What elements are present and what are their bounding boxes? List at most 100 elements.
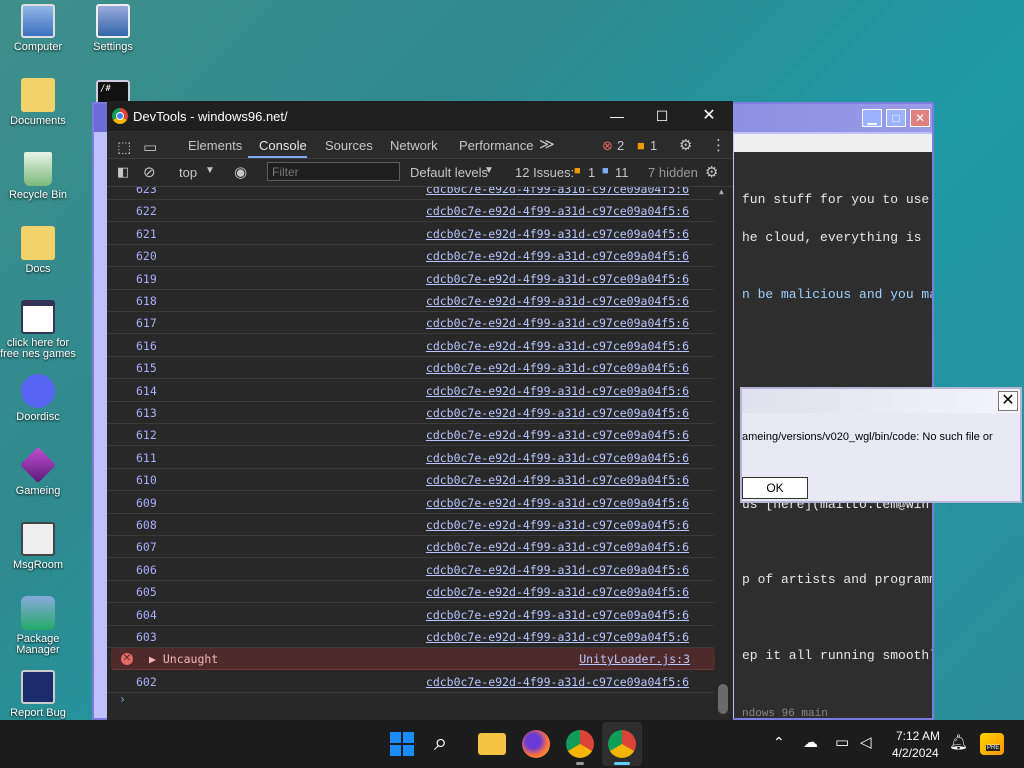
source-link[interactable]: cdcb0c7e-e92d-4f99-a31d-c97ce09a04f5:6 xyxy=(426,563,689,577)
desktop-icon-msgroom[interactable]: MsgRoom xyxy=(0,522,76,571)
console-log-row[interactable]: 615 cdcb0c7e-e92d-4f99-a31d-c97ce09a04f5:… xyxy=(107,357,714,380)
settings-gear-icon[interactable]: ⚙ xyxy=(679,136,692,154)
source-link[interactable]: UnityLoader.js:3 xyxy=(579,652,690,666)
clock-time[interactable]: 7:12 AM xyxy=(896,729,940,743)
tab-sources[interactable]: Sources xyxy=(325,138,373,153)
source-link[interactable]: cdcb0c7e-e92d-4f99-a31d-c97ce09a04f5:6 xyxy=(426,316,689,330)
maximize-icon[interactable]: ☐ xyxy=(648,105,676,127)
context-selector[interactable]: top xyxy=(179,165,197,180)
device-toolbar-icon[interactable]: ▭ xyxy=(143,138,157,156)
scrollbar-thumb[interactable] xyxy=(718,684,728,714)
source-link[interactable]: cdcb0c7e-e92d-4f99-a31d-c97ce09a04f5:6 xyxy=(426,339,689,353)
inspect-element-icon[interactable]: ⬚ xyxy=(117,138,131,156)
console-panel[interactable]: 623 cdcb0c7e-e92d-4f99-a31d-c97ce09a04f5:… xyxy=(107,187,733,720)
source-link[interactable]: cdcb0c7e-e92d-4f99-a31d-c97ce09a04f5:6 xyxy=(426,630,689,644)
scroll-up-icon[interactable]: ▲ xyxy=(719,187,724,196)
minimize-button[interactable]: ▁ xyxy=(862,109,882,127)
search-icon[interactable]: ⌕ xyxy=(434,730,462,758)
log-levels-dropdown[interactable]: Default levels xyxy=(410,165,488,180)
desktop-icon-package-manager[interactable]: Package Manager xyxy=(0,596,76,656)
filter-input[interactable] xyxy=(267,162,400,181)
desktop-icon-computer[interactable]: Computer xyxy=(0,4,76,53)
console-log-row[interactable]: 619 cdcb0c7e-e92d-4f99-a31d-c97ce09a04f5:… xyxy=(107,268,714,290)
source-link[interactable]: cdcb0c7e-e92d-4f99-a31d-c97ce09a04f5:6 xyxy=(426,187,689,196)
log-message[interactable]: ▶ Uncaught xyxy=(149,652,218,666)
source-link[interactable]: cdcb0c7e-e92d-4f99-a31d-c97ce09a04f5:6 xyxy=(426,540,689,554)
warning-count-icon[interactable]: ■ xyxy=(637,138,645,153)
firefox-icon[interactable] xyxy=(522,730,550,758)
more-options-icon[interactable]: ⋮ xyxy=(711,136,726,154)
clock-date[interactable]: 4/2/2024 xyxy=(892,746,939,760)
source-link[interactable]: cdcb0c7e-e92d-4f99-a31d-c97ce09a04f5:6 xyxy=(426,428,689,442)
console-prompt[interactable]: › xyxy=(119,692,126,706)
console-log-row[interactable]: 606 cdcb0c7e-e92d-4f99-a31d-c97ce09a04f5:… xyxy=(107,559,714,581)
cloud-offline-icon[interactable]: ☁ xyxy=(803,733,818,751)
source-link[interactable]: cdcb0c7e-e92d-4f99-a31d-c97ce09a04f5:6 xyxy=(426,496,689,510)
console-scrollbar[interactable]: ▲ xyxy=(717,187,731,720)
close-button[interactable]: ✕ xyxy=(910,109,930,127)
console-log-row[interactable]: 616 cdcb0c7e-e92d-4f99-a31d-c97ce09a04f5:… xyxy=(107,335,714,357)
source-link[interactable]: cdcb0c7e-e92d-4f99-a31d-c97ce09a04f5:6 xyxy=(426,585,689,599)
desktop-icon-recycle-bin[interactable]: Recycle Bin xyxy=(0,152,76,201)
console-log-row[interactable]: 617 cdcb0c7e-e92d-4f99-a31d-c97ce09a04f5:… xyxy=(107,312,714,335)
desktop-icon-doordisc[interactable]: Doordisc xyxy=(0,374,76,423)
source-link[interactable]: cdcb0c7e-e92d-4f99-a31d-c97ce09a04f5:6 xyxy=(426,473,689,487)
dialog-ok-button[interactable]: OK xyxy=(742,477,808,499)
console-log-row[interactable]: 607 cdcb0c7e-e92d-4f99-a31d-c97ce09a04f5:… xyxy=(107,536,714,559)
source-link[interactable]: cdcb0c7e-e92d-4f99-a31d-c97ce09a04f5:6 xyxy=(426,406,689,420)
console-log-row[interactable]: 612 cdcb0c7e-e92d-4f99-a31d-c97ce09a04f5:… xyxy=(107,424,714,447)
source-link[interactable]: cdcb0c7e-e92d-4f99-a31d-c97ce09a04f5:6 xyxy=(426,227,689,241)
console-log-row[interactable]: 622 cdcb0c7e-e92d-4f99-a31d-c97ce09a04f5:… xyxy=(107,200,714,223)
console-log-row[interactable]: 602 cdcb0c7e-e92d-4f99-a31d-c97ce09a04f5:… xyxy=(107,671,714,693)
dialog-close-button[interactable]: ✕ xyxy=(998,391,1018,411)
source-link[interactable]: cdcb0c7e-e92d-4f99-a31d-c97ce09a04f5:6 xyxy=(426,361,689,375)
tab-elements[interactable]: Elements xyxy=(188,138,242,153)
issues-label[interactable]: 12 Issues: xyxy=(515,165,574,180)
console-log-row[interactable]: 609 cdcb0c7e-e92d-4f99-a31d-c97ce09a04f5:… xyxy=(107,492,714,514)
console-log-row[interactable]: 605 cdcb0c7e-e92d-4f99-a31d-c97ce09a04f5:… xyxy=(107,581,714,604)
source-link[interactable]: cdcb0c7e-e92d-4f99-a31d-c97ce09a04f5:6 xyxy=(426,384,689,398)
desktop-icon-gameing[interactable]: Gameing xyxy=(0,446,76,497)
volume-muted-icon[interactable]: ◁ xyxy=(860,733,872,751)
console-log-row[interactable]: 608 cdcb0c7e-e92d-4f99-a31d-c97ce09a04f5:… xyxy=(107,514,714,536)
source-link[interactable]: cdcb0c7e-e92d-4f99-a31d-c97ce09a04f5:6 xyxy=(426,272,689,286)
source-link[interactable]: cdcb0c7e-e92d-4f99-a31d-c97ce09a04f5:6 xyxy=(426,608,689,622)
source-link[interactable]: cdcb0c7e-e92d-4f99-a31d-c97ce09a04f5:6 xyxy=(426,451,689,465)
console-log-row[interactable]: 611 cdcb0c7e-e92d-4f99-a31d-c97ce09a04f5:… xyxy=(107,447,714,469)
devtools-titlebar[interactable]: DevTools - windows96.net/ — ☐ ✕ xyxy=(107,101,733,131)
tab-network[interactable]: Network xyxy=(390,138,438,153)
console-log-row[interactable]: 610 cdcb0c7e-e92d-4f99-a31d-c97ce09a04f5:… xyxy=(107,469,714,492)
source-link[interactable]: cdcb0c7e-e92d-4f99-a31d-c97ce09a04f5:6 xyxy=(426,249,689,263)
console-log-row[interactable]: 613 cdcb0c7e-e92d-4f99-a31d-c97ce09a04f5:… xyxy=(107,402,714,424)
desktop-icon-settings[interactable]: Settings xyxy=(75,4,151,53)
console-log-row[interactable]: 621 cdcb0c7e-e92d-4f99-a31d-c97ce09a04f5:… xyxy=(107,223,714,245)
dialog-titlebar[interactable] xyxy=(742,389,1020,413)
desktop-icon-nes-games[interactable]: click here for free nes games xyxy=(0,300,76,360)
chrome-icon[interactable] xyxy=(566,730,594,758)
windows-start-icon[interactable] xyxy=(390,732,414,756)
console-log-row[interactable]: 604 cdcb0c7e-e92d-4f99-a31d-c97ce09a04f5:… xyxy=(107,604,714,626)
sidebar-toggle-icon[interactable]: ◧ xyxy=(117,164,129,180)
desktop-icon-docs[interactable]: Docs xyxy=(0,226,76,275)
file-explorer-icon[interactable] xyxy=(478,733,506,755)
error-count-icon[interactable]: ⊗ xyxy=(602,138,613,154)
console-settings-icon[interactable]: ⚙ xyxy=(705,163,718,181)
clear-console-icon[interactable]: ⊘ xyxy=(143,163,156,181)
source-link[interactable]: cdcb0c7e-e92d-4f99-a31d-c97ce09a04f5:6 xyxy=(426,518,689,532)
tab-performance[interactable]: Performance xyxy=(459,138,533,153)
source-link[interactable]: cdcb0c7e-e92d-4f99-a31d-c97ce09a04f5:6 xyxy=(426,675,689,689)
tab-console[interactable]: Console xyxy=(259,138,307,153)
source-link[interactable]: cdcb0c7e-e92d-4f99-a31d-c97ce09a04f5:6 xyxy=(426,294,689,308)
maximize-button[interactable]: □ xyxy=(886,109,906,127)
copilot-icon[interactable]: PRE xyxy=(980,733,1004,755)
console-log-row[interactable]: 618 cdcb0c7e-e92d-4f99-a31d-c97ce09a04f5:… xyxy=(107,290,714,312)
console-error-row[interactable]: ✕ ▶ Uncaught UnityLoader.js:3 xyxy=(111,648,715,671)
chevron-up-icon[interactable]: ⌃ xyxy=(773,734,785,751)
console-log-row[interactable]: 620 cdcb0c7e-e92d-4f99-a31d-c97ce09a04f5:… xyxy=(107,245,714,268)
network-icon[interactable]: ▭ xyxy=(835,733,849,751)
source-link[interactable]: cdcb0c7e-e92d-4f99-a31d-c97ce09a04f5:6 xyxy=(426,204,689,218)
minimize-icon[interactable]: — xyxy=(603,105,631,127)
desktop-icon-documents[interactable]: Documents xyxy=(0,78,76,127)
close-icon[interactable]: ✕ xyxy=(695,105,723,127)
desktop-icon-report-bug[interactable]: Report Bug xyxy=(0,670,76,719)
